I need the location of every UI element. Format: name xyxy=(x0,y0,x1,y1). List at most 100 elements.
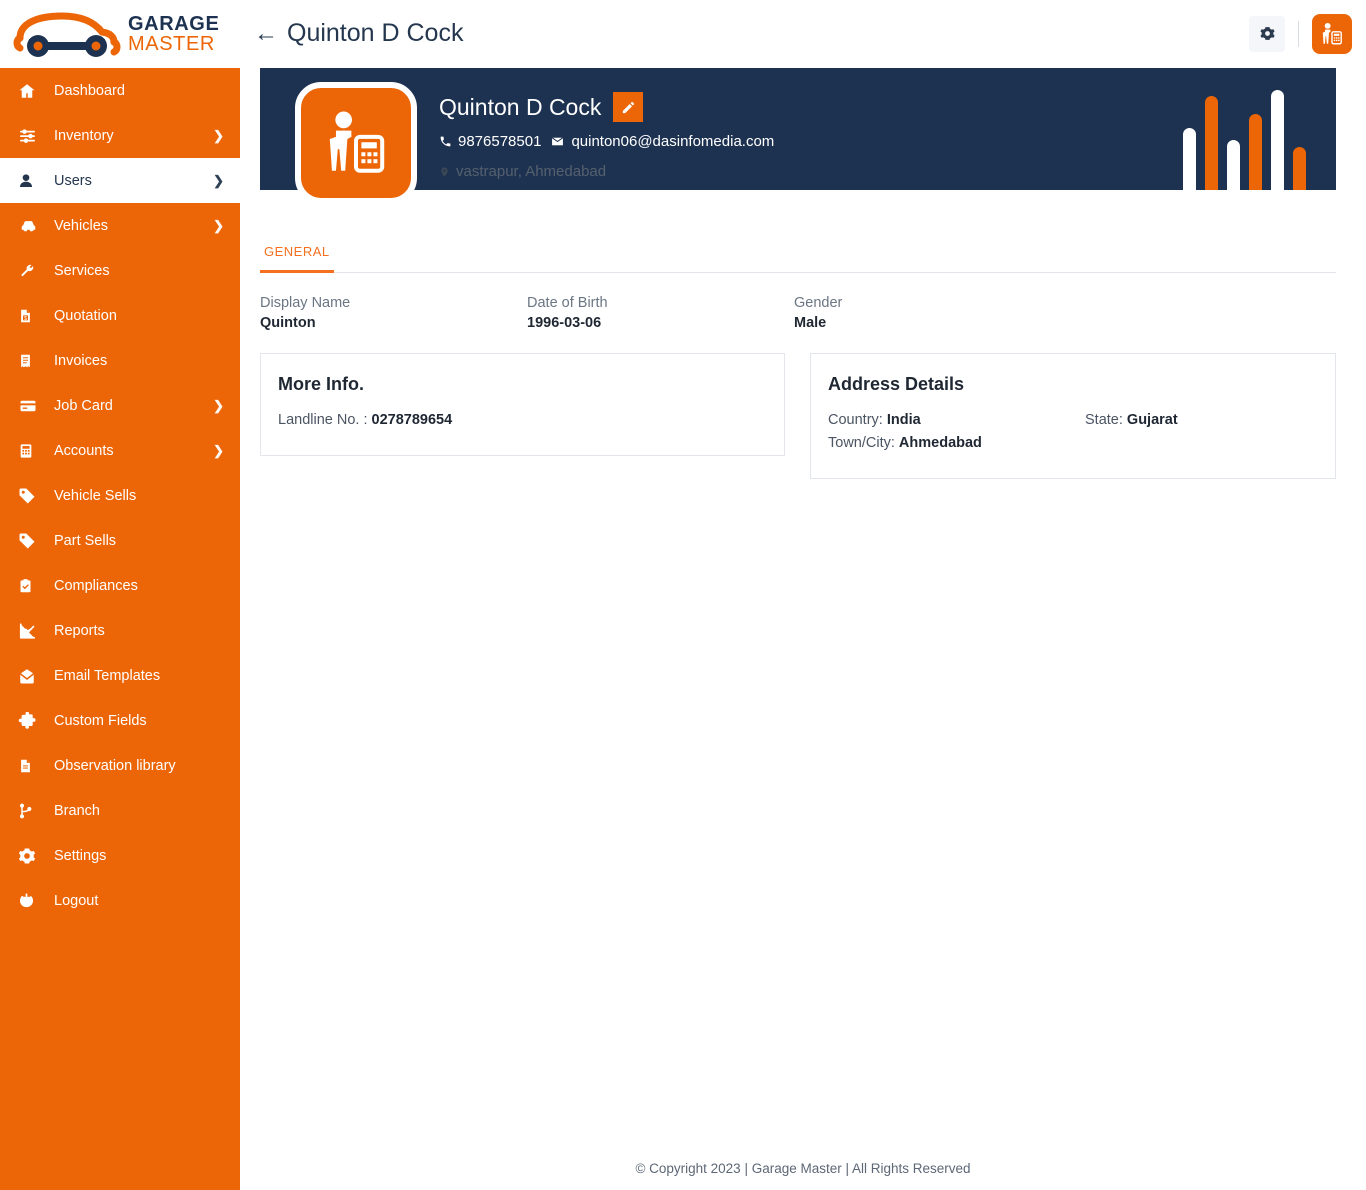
pencil-icon xyxy=(622,101,634,113)
field-label: Date of Birth xyxy=(527,295,608,311)
app-root: GARAGE MASTER Dashboard Inventory ❯ User… xyxy=(0,0,1366,1190)
branch-icon xyxy=(18,801,40,821)
sidebar-item-vehicle-sells[interactable]: Vehicle Sells xyxy=(0,473,240,518)
sidebar-item-users[interactable]: Users ❯ xyxy=(0,158,240,203)
decorative-bar xyxy=(1183,128,1196,190)
sidebar-item-invoices[interactable]: Invoices xyxy=(0,338,240,383)
profile-banner-wrap: Quinton D Cock 9876578501 quinton06@dasi… xyxy=(260,68,1336,204)
page-content: Quinton D Cock 9876578501 quinton06@dasi… xyxy=(240,68,1366,1190)
field-value: Quinton xyxy=(260,315,316,331)
wrench-icon xyxy=(18,261,40,281)
gear-icon xyxy=(1259,27,1275,40)
sidebar-item-branch[interactable]: Branch xyxy=(0,788,240,833)
sliders-icon xyxy=(18,126,40,146)
sidebar-item-label: Vehicles xyxy=(54,217,109,234)
profile-name: Quinton D Cock xyxy=(439,93,602,120)
sidebar-item-label: Job Card xyxy=(54,397,113,414)
profile-email: quinton06@dasinfomedia.com xyxy=(550,133,774,150)
address-details-card: Address Details Country: India Town/City… xyxy=(810,353,1336,479)
profile-avatar xyxy=(295,82,417,204)
sidebar-nav: Dashboard Inventory ❯ Users ❯ Vehicles ❯… xyxy=(0,68,240,1190)
sidebar-item-label: Users xyxy=(54,172,92,189)
state-row: State: Gujarat xyxy=(1085,412,1178,428)
address-column-left: Country: India Town/City: Ahmedabad xyxy=(828,412,1085,458)
edit-profile-button[interactable] xyxy=(613,92,644,122)
sidebar-item-compliances[interactable]: Compliances xyxy=(0,563,240,608)
topbar: ← Quinton D Cock xyxy=(240,0,1366,68)
topbar-actions xyxy=(1249,13,1352,54)
sidebar-item-observation-library[interactable]: Observation library xyxy=(0,743,240,788)
state-value: Gujarat xyxy=(1126,412,1178,428)
profile-name-row: Quinton D Cock xyxy=(439,92,774,122)
car-wrench-logo-icon xyxy=(13,12,121,57)
detail-cards: More Info. Landline No. : 0278789654 Add… xyxy=(260,353,1336,479)
sidebar-item-label: Branch xyxy=(54,802,100,819)
brand-name-secondary: MASTER xyxy=(128,33,215,55)
phone-icon xyxy=(440,136,451,147)
sidebar-item-settings[interactable]: Settings xyxy=(0,833,240,878)
main-area: ← Quinton D Cock Quinton D Cock 98765785… xyxy=(240,0,1366,1190)
sidebar-item-label: Accounts xyxy=(54,442,114,459)
settings-button[interactable] xyxy=(1249,15,1285,52)
accountant-icon xyxy=(1322,22,1342,44)
decorative-bar xyxy=(1293,147,1306,190)
brand-name: GARAGE MASTER xyxy=(128,14,219,54)
tab-general[interactable]: GENERAL xyxy=(260,244,334,273)
sidebar-item-label: Services xyxy=(54,262,110,279)
chevron-right-icon: ❯ xyxy=(213,172,224,188)
clipboard-check-icon xyxy=(18,576,40,596)
profile-header: Quinton D Cock 9876578501 quinton06@dasi… xyxy=(295,82,774,204)
chevron-right-icon: ❯ xyxy=(213,397,224,413)
sidebar-item-part-sells[interactable]: Part Sells xyxy=(0,518,240,563)
sidebar-item-job-card[interactable]: Job Card ❯ xyxy=(0,383,240,428)
sidebar-item-accounts[interactable]: Accounts ❯ xyxy=(0,428,240,473)
sidebar-item-email-templates[interactable]: Email Templates xyxy=(0,653,240,698)
document-icon xyxy=(18,756,40,776)
receipt-icon xyxy=(18,351,40,371)
decorative-bar xyxy=(1227,140,1240,190)
state-label: State: xyxy=(1085,412,1123,428)
city-row: Town/City: Ahmedabad xyxy=(828,435,1085,451)
field-label: Gender xyxy=(794,295,843,311)
city-value: Ahmedabad xyxy=(898,435,982,451)
power-icon xyxy=(18,891,40,911)
sidebar-item-services[interactable]: Services xyxy=(0,248,240,293)
sidebar-item-inventory[interactable]: Inventory ❯ xyxy=(0,113,240,158)
sidebar-item-vehicles[interactable]: Vehicles ❯ xyxy=(0,203,240,248)
card-icon xyxy=(18,396,40,416)
sidebar-item-label: Reports xyxy=(54,622,105,639)
user-avatar-button[interactable] xyxy=(1312,13,1352,54)
sidebar-item-custom-fields[interactable]: Custom Fields xyxy=(0,698,240,743)
tag-icon xyxy=(18,531,40,551)
sidebar-item-label: Inventory xyxy=(54,127,114,144)
country-label: Country: xyxy=(828,412,883,428)
decorative-bar xyxy=(1205,96,1218,190)
sidebar: GARAGE MASTER Dashboard Inventory ❯ User… xyxy=(0,0,240,1190)
sidebar-item-quotation[interactable]: $ Quotation xyxy=(0,293,240,338)
brand-logo[interactable]: GARAGE MASTER xyxy=(0,0,240,68)
chevron-right-icon: ❯ xyxy=(213,127,224,143)
sidebar-item-logout[interactable]: Logout xyxy=(0,878,240,923)
general-fields: Display Name Quinton Date of Birth 1996-… xyxy=(260,295,1336,331)
sidebar-item-label: Invoices xyxy=(54,352,108,369)
field-date-of-birth: Date of Birth 1996-03-06 xyxy=(527,295,794,331)
country-value: India xyxy=(886,412,921,428)
landline-value: 0278789654 xyxy=(371,412,453,428)
envelope-icon xyxy=(552,137,564,146)
puzzle-icon xyxy=(18,711,40,731)
city-label: Town/City: xyxy=(828,435,895,451)
sidebar-item-label: Vehicle Sells xyxy=(54,487,137,504)
back-arrow-icon[interactable]: ← xyxy=(254,21,278,46)
accountant-icon xyxy=(329,111,385,173)
sidebar-item-dashboard[interactable]: Dashboard xyxy=(0,68,240,113)
sidebar-item-label: Email Templates xyxy=(54,667,161,684)
sidebar-item-label: Observation library xyxy=(54,757,176,774)
topbar-divider xyxy=(1298,20,1299,47)
sidebar-item-label: Quotation xyxy=(54,307,117,324)
file-dollar-icon: $ xyxy=(18,306,40,326)
chevron-right-icon: ❯ xyxy=(213,442,224,458)
sidebar-item-label: Part Sells xyxy=(54,532,117,549)
sidebar-item-reports[interactable]: Reports xyxy=(0,608,240,653)
profile-details: Quinton D Cock 9876578501 quinton06@dasi… xyxy=(439,82,774,180)
sidebar-item-label: Compliances xyxy=(54,577,138,594)
